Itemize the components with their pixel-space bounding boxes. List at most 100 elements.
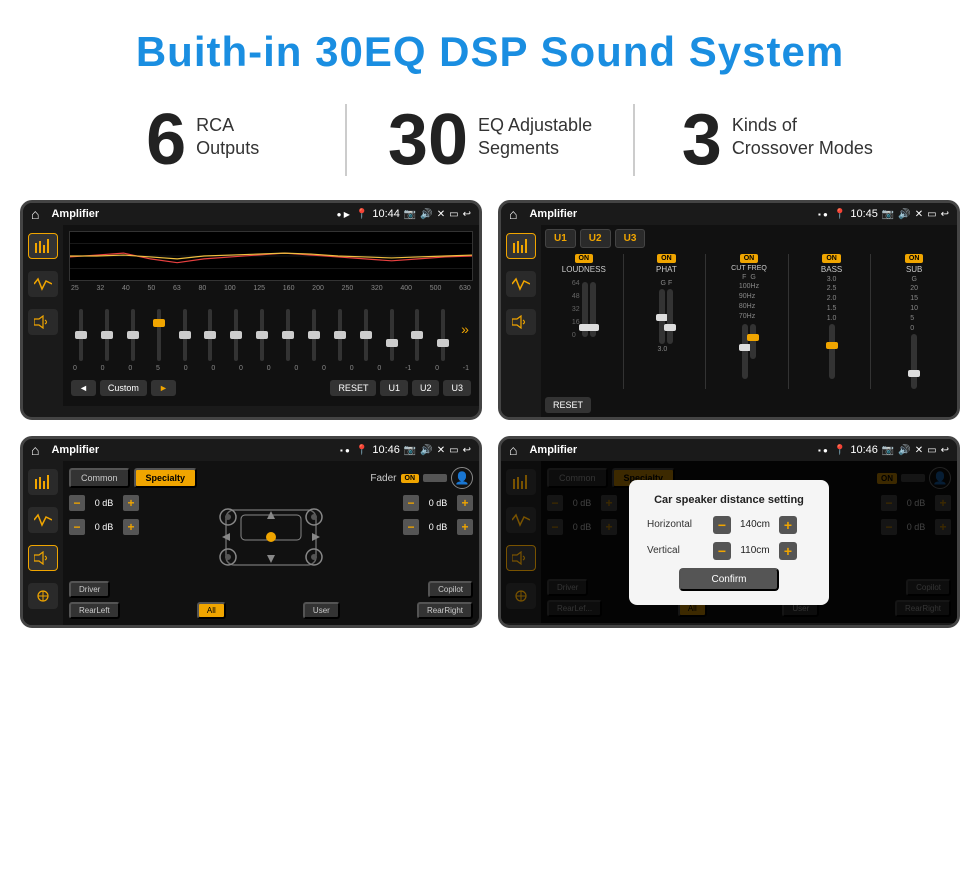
horizontal-minus[interactable]: − [713,516,731,534]
status-bar-3: ⌂ Amplifier ▪ ● 📍 10:46 📷 🔊 ✕ ▭ ↩ [23,439,479,461]
vertical-value: 110cm [735,545,775,556]
volume-icon-1: 🔊 [420,209,432,220]
fader-control: Fader ON [370,473,447,484]
distance-dialog-overlay: Car speaker distance setting Horizontal … [501,461,957,623]
db-minus-4[interactable]: − [403,519,419,535]
time-2: 10:45 [850,208,878,220]
ch-u3-btn[interactable]: U3 [615,229,646,248]
sidebar-speaker-btn[interactable] [28,309,58,335]
rearleft-btn[interactable]: RearLeft [69,602,120,619]
s3-speaker-btn[interactable] [28,545,58,571]
db-controls-row: − 0 dB + − 0 dB + [69,495,473,575]
stats-row: 6 RCA Outputs 30 EQ Adjustable Segments … [0,94,980,200]
s2-eq-btn[interactable] [506,233,536,259]
eq-custom-btn[interactable]: Custom [100,380,147,396]
volume-icon-3: 🔊 [420,445,432,456]
ch-u2-btn[interactable]: U2 [580,229,611,248]
camera-icon-4: 📷 [882,445,894,456]
rearright-btn[interactable]: RearRight [417,602,473,619]
eq-graph [69,231,473,281]
sidebar-eq-btn[interactable] [28,233,58,259]
amp-bass: ON BASS 3.0 2.5 2.0 1.5 1.0 [793,254,872,389]
db-ctrl-3: − 0 dB + [403,495,473,511]
s3-extra-btn[interactable] [28,583,58,609]
s2-wave-btn[interactable] [506,271,536,297]
all-btn[interactable]: All [197,602,226,619]
cutfreq-freqs: 100Hz 90Hz 80Hz 70Hz [739,283,759,320]
status-bar-1: ⌂ Amplifier ● ▶ 📍 10:44 📷 🔊 ✕ ▭ ↩ [23,203,479,225]
eq-u3-btn[interactable]: U3 [443,380,471,396]
loudness-label: LOUDNESS [562,265,606,274]
stat-crossover-label: Kinds of Crossover Modes [732,104,873,161]
window-icon-2: ▭ [927,209,936,220]
s3-specialty-tab[interactable]: Specialty [134,468,198,488]
home-icon-1[interactable]: ⌂ [31,206,39,222]
vertical-plus[interactable]: + [779,542,797,560]
vertical-minus[interactable]: − [713,542,731,560]
home-icon-4[interactable]: ⌂ [509,442,517,458]
stat-eq-number: 30 [388,104,468,176]
eq-play-btn[interactable]: ► [151,380,176,396]
bass-slider[interactable] [829,324,835,379]
loudness-slider2[interactable] [590,282,596,337]
ch-u1-btn[interactable]: U1 [545,229,576,248]
driver-btn[interactable]: Driver [69,581,110,598]
s3-common-tab[interactable]: Common [69,468,130,488]
user-btn[interactable]: User [303,602,340,619]
profile-icon-3[interactable]: 👤 [451,467,473,489]
close-icon-2: ✕ [915,209,923,220]
sidebar-wave-btn[interactable] [28,271,58,297]
horizontal-value: 140cm [735,519,775,530]
sub-slider[interactable] [911,334,917,389]
back-icon-4[interactable]: ↩ [941,445,949,456]
copilot-btn[interactable]: Copilot [428,581,473,598]
confirm-button[interactable]: Confirm [679,568,778,591]
home-icon-3[interactable]: ⌂ [31,442,39,458]
loudness-on: ON [575,254,594,263]
db-plus-1[interactable]: + [123,495,139,511]
eq-prev-btn[interactable]: ◄ [71,380,96,396]
fader-slider[interactable] [423,474,447,482]
db-val-3: 0 dB [423,498,453,508]
phat-slider2[interactable] [667,289,673,344]
screen3-main: Common Specialty Fader ON 👤 − [63,461,479,625]
cutfreq-slider1[interactable] [742,324,748,379]
back-icon-3[interactable]: ↩ [463,445,471,456]
close-icon-3: ✕ [437,445,445,456]
home-icon-2[interactable]: ⌂ [509,206,517,222]
eq-more-arrow[interactable]: » [461,321,469,337]
close-icon-1: ✕ [437,209,445,220]
back-icon-1[interactable]: ↩ [463,209,471,220]
screen-speaker: ⌂ Amplifier ▪ ● 📍 10:46 📷 🔊 ✕ ▭ ↩ [20,436,482,628]
s3-wave-btn[interactable] [28,507,58,533]
cutfreq-slider2[interactable] [750,324,756,359]
db-minus-2[interactable]: − [69,519,85,535]
eq-u2-btn[interactable]: U2 [412,380,440,396]
phat-on: ON [657,254,676,263]
eq-slider-1 [99,309,115,361]
back-icon-2[interactable]: ↩ [941,209,949,220]
screen3-sidebar [23,461,63,625]
db-plus-2[interactable]: + [123,519,139,535]
eq-reset-btn[interactable]: RESET [330,380,376,396]
stat-rca: 6 RCA Outputs [60,104,345,176]
eq-u1-btn[interactable]: U1 [380,380,408,396]
s2-speaker-btn[interactable] [506,309,536,335]
main-title: Buith-in 30EQ DSP Sound System [20,28,960,76]
db-ctrl-2: − 0 dB + [69,519,139,535]
stat-eq: 30 EQ Adjustable Segments [345,104,632,176]
db-minus-3[interactable]: − [403,495,419,511]
eq-slider-4 [177,309,193,361]
eq-slider-14 [435,309,451,361]
status-icons-3: 📍 10:46 📷 🔊 ✕ ▭ ↩ [356,444,471,456]
phat-slider1[interactable] [659,289,665,344]
window-icon-3: ▭ [449,445,458,456]
s2-reset-btn[interactable]: RESET [545,397,591,413]
db-minus-1[interactable]: − [69,495,85,511]
cutfreq-on: ON [740,254,759,263]
horizontal-plus[interactable]: + [779,516,797,534]
s3-eq-btn[interactable] [28,469,58,495]
db-plus-4[interactable]: + [457,519,473,535]
dialog-title: Car speaker distance setting [647,494,811,506]
db-plus-3[interactable]: + [457,495,473,511]
